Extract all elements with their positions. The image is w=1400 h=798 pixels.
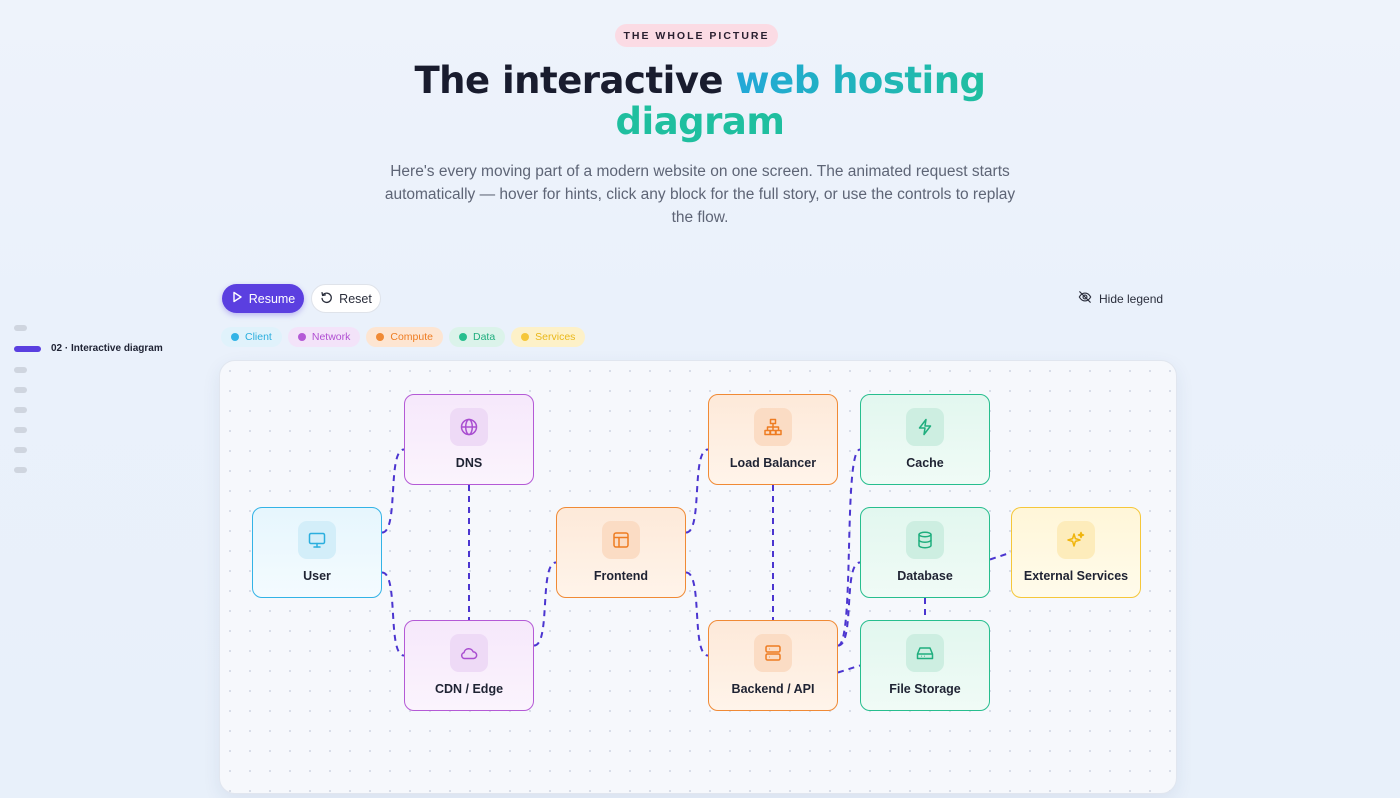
- hide-legend-label: Hide legend: [1099, 291, 1164, 306]
- legend-label-network: Network: [311, 331, 351, 343]
- legend-label-data: Data: [472, 331, 496, 343]
- node-label: User: [303, 569, 331, 583]
- nav-dot-8[interactable]: [14, 467, 27, 473]
- nav-dot-2-active[interactable]: [14, 346, 41, 352]
- legend-chip-data[interactable]: Data: [448, 327, 506, 347]
- legend-chip-services[interactable]: Services: [511, 327, 586, 347]
- page-title: The interactive web hosting diagram: [300, 60, 1100, 142]
- nav-active-label: 02 · Interactive diagram: [51, 343, 163, 354]
- node-dns[interactable]: DNS: [404, 394, 534, 485]
- play-icon: [231, 291, 243, 306]
- node-external-services[interactable]: External Services: [1011, 507, 1141, 598]
- title-highlight-2: diagram: [615, 100, 785, 143]
- node-label: Backend / API: [731, 682, 815, 696]
- node-label: CDN / Edge: [434, 682, 504, 696]
- node-cache[interactable]: Cache: [860, 394, 990, 485]
- eye-off-icon: [1078, 290, 1092, 307]
- node-database[interactable]: Database: [860, 507, 990, 598]
- server-icon: [754, 634, 792, 672]
- node-label: Database: [897, 569, 953, 583]
- cloud-icon: [450, 634, 488, 672]
- layout-icon: [602, 521, 640, 559]
- node-file-storage[interactable]: File Storage: [860, 620, 990, 711]
- nav-dot-3[interactable]: [14, 367, 27, 373]
- page-subtitle: Here's every moving part of a modern web…: [384, 163, 1016, 226]
- bolt-icon: [906, 408, 944, 446]
- node-label: Load Balancer: [729, 456, 817, 470]
- node-load-balancer[interactable]: Load Balancer: [708, 394, 838, 485]
- legend: Client Network Compute Data Services: [221, 327, 586, 347]
- legend-chip-network[interactable]: Network: [287, 327, 361, 347]
- rotate-ccw-icon: [320, 291, 333, 307]
- legend-label-compute: Compute: [390, 331, 433, 343]
- node-label: Frontend: [593, 569, 649, 583]
- legend-chip-compute[interactable]: Compute: [366, 327, 443, 347]
- title-highlight: web hosting: [735, 59, 986, 102]
- hard-drive-icon: [906, 634, 944, 672]
- node-label: File Storage: [889, 682, 961, 696]
- network-icon: [754, 408, 792, 446]
- globe-icon: [450, 408, 488, 446]
- node-label: External Services: [1023, 569, 1129, 583]
- reset-label: Reset: [339, 291, 372, 306]
- legend-label-client: Client: [245, 331, 272, 343]
- reset-button[interactable]: Reset: [311, 284, 381, 313]
- legend-label-services: Services: [535, 331, 576, 343]
- client-dot-icon: [231, 333, 239, 341]
- nav-dot-6[interactable]: [14, 427, 27, 433]
- services-dot-icon: [521, 333, 530, 341]
- compute-dot-icon: [376, 333, 385, 341]
- network-dot-icon: [297, 333, 306, 341]
- node-backend-api[interactable]: Backend / API: [708, 620, 838, 711]
- nav-dot-7[interactable]: [14, 447, 27, 453]
- data-dot-icon: [458, 333, 467, 341]
- database-icon: [906, 521, 944, 559]
- section-badge: THE WHOLE PICTURE: [615, 24, 778, 47]
- nav-dot-1[interactable]: [14, 325, 27, 331]
- nav-dot-5[interactable]: [14, 407, 27, 413]
- nav-dot-4[interactable]: [14, 387, 27, 393]
- resume-button[interactable]: Resume: [222, 284, 304, 313]
- sparkles-icon: [1057, 521, 1095, 559]
- node-frontend[interactable]: Frontend: [556, 507, 686, 598]
- node-label: Cache: [906, 456, 944, 470]
- resume-label: Resume: [248, 291, 296, 306]
- node-cdn[interactable]: CDN / Edge: [404, 620, 534, 711]
- hide-legend-toggle[interactable]: Hide legend: [1078, 290, 1163, 307]
- node-user[interactable]: User: [252, 507, 382, 598]
- legend-chip-client[interactable]: Client: [221, 327, 282, 347]
- node-label: DNS: [455, 456, 483, 470]
- title-plain: The interactive: [414, 59, 736, 102]
- monitor-icon: [298, 521, 336, 559]
